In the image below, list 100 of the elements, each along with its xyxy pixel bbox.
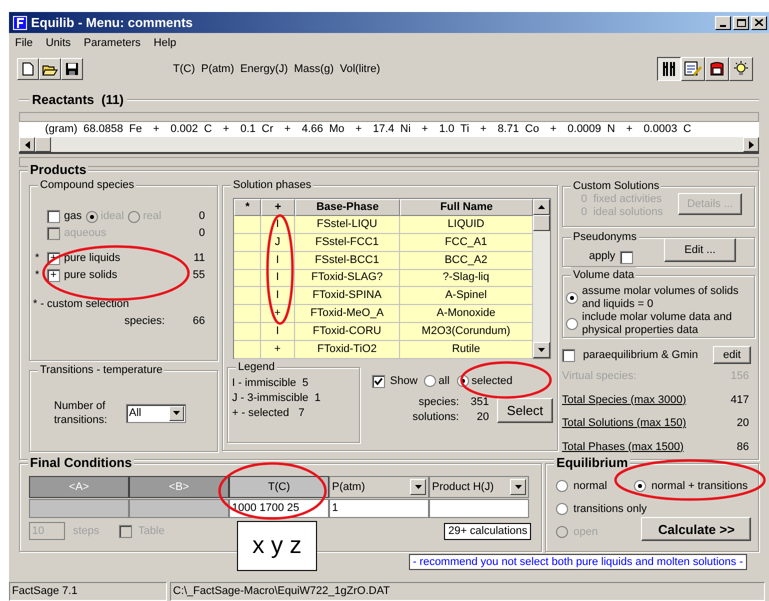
condition-field[interactable] — [29, 499, 129, 518]
minimize-button[interactable] — [715, 16, 731, 30]
calculations-count: 29+ calculations — [444, 522, 532, 540]
save-icon[interactable] — [61, 58, 83, 80]
group-title: Equilibrium — [554, 455, 630, 471]
condition-field[interactable]: 1 — [329, 499, 429, 518]
column-header[interactable]: P(atm) — [329, 476, 429, 498]
scroll-thumb[interactable] — [35, 137, 51, 152]
scroll-up-icon[interactable] — [533, 199, 550, 215]
plus-sign: + — [283, 122, 292, 138]
species-label: pure solids — [64, 268, 118, 284]
radio-button[interactable] — [86, 210, 98, 222]
window-title: Equilib - Menu: comments — [31, 14, 193, 32]
stat-label: solutions: — [412, 410, 459, 426]
total-value: 86 — [736, 440, 749, 454]
notepad-pencil-icon[interactable] — [681, 57, 705, 81]
status-bar-field: C:\_FactSage-Macro\EquiW722_1gZrO.DAT — [170, 582, 765, 601]
custom-selection-note: * - custom selection — [33, 297, 130, 312]
reactant-amount: 0.002 — [170, 122, 198, 138]
radio-button[interactable] — [634, 480, 646, 492]
reactant-species: Ni — [400, 122, 411, 138]
apply-label: apply — [589, 248, 616, 264]
radio-label: all — [438, 374, 450, 390]
legend-line: + - selected 7 — [232, 406, 306, 422]
menu-item[interactable]: File — [15, 34, 33, 52]
radio-button[interactable] — [566, 318, 578, 330]
maximize-button[interactable] — [733, 16, 749, 30]
vertical-scrollbar[interactable] — [533, 199, 550, 358]
column-header[interactable]: Product H(J) — [429, 476, 529, 498]
radio-button[interactable] — [424, 375, 436, 388]
checkbox[interactable] — [47, 210, 60, 223]
column-header[interactable]: Full Name — [400, 199, 533, 216]
select-button[interactable]: Select — [497, 398, 553, 423]
legend-line: J - 3-immiscible 1 — [232, 391, 322, 406]
total-value: 417 — [730, 392, 749, 408]
plus-sign: + — [549, 122, 558, 138]
scroll-thumb[interactable] — [533, 215, 550, 231]
menu-item[interactable]: Help — [154, 34, 176, 52]
species-label: pure liquids — [64, 251, 120, 266]
edit-button[interactable]: Edit ... — [664, 238, 736, 262]
open-folder-icon[interactable] — [39, 58, 61, 80]
calculate-button[interactable]: Calculate >> — [641, 517, 752, 541]
maximize-icon — [736, 18, 746, 26]
utensils-icon[interactable] — [657, 57, 681, 81]
radio-button[interactable] — [556, 502, 568, 515]
reactant-species: Ti — [460, 122, 470, 138]
edit-button[interactable]: edit — [713, 346, 751, 364]
condition-field[interactable] — [129, 499, 229, 518]
reactant-amount: 1.0 — [439, 122, 454, 138]
column-header[interactable]: T(C) — [229, 476, 329, 498]
scroll-left-icon[interactable] — [19, 137, 35, 152]
checkbox[interactable] — [620, 251, 634, 264]
reactant-species: Co — [525, 122, 540, 138]
reactant-amount: 68.0858 — [83, 122, 124, 138]
column-header[interactable]: Base-Phase — [295, 199, 400, 216]
plus-sign: + — [354, 122, 363, 138]
column-header[interactable]: + — [261, 199, 295, 216]
transitions-dropdown[interactable]: All — [126, 404, 186, 422]
group-title: Solution phases — [231, 177, 314, 193]
reactant-species: C — [204, 122, 212, 138]
plus-sign: + — [420, 122, 430, 138]
app-logo-icon — [13, 16, 27, 30]
status-bar-field: FactSage 7.1 — [9, 582, 167, 601]
checkbox[interactable] — [119, 524, 132, 538]
units-label: T(C) P(atm) Energy(J) Mass(g) Vol(litre) — [173, 62, 380, 77]
radio-button[interactable] — [128, 210, 140, 222]
species-count: 55 — [192, 268, 205, 284]
checkbox[interactable] — [562, 348, 575, 362]
scroll-down-icon[interactable] — [533, 342, 550, 358]
reactant-species: Mo — [329, 122, 344, 138]
menu-item[interactable]: Units — [46, 34, 71, 52]
table-cell: FToxid-TiO2 — [295, 340, 400, 359]
close-icon — [755, 19, 763, 26]
menu-item[interactable]: Parameters — [84, 34, 141, 52]
radio-label: include molar volume data and physical properties data — [582, 311, 733, 337]
checkbox[interactable]: + — [47, 269, 60, 282]
reactant-amount: 4.66 — [302, 122, 324, 138]
radio-label: normal — [573, 479, 608, 494]
new-file-icon[interactable] — [17, 58, 39, 80]
lightbulb-icon[interactable] — [729, 57, 753, 81]
total-label[interactable]: Total Species (max 3000) — [562, 392, 686, 408]
total-label[interactable]: Total Phases (max 1500) — [562, 438, 684, 455]
units-prefix: (gram) — [45, 122, 78, 138]
reactant-amount: 8.71 — [498, 122, 520, 138]
species-label: gas — [64, 209, 82, 224]
radio-button[interactable] — [566, 292, 578, 304]
species-count: 0 — [198, 226, 205, 242]
reactant-species: N — [607, 122, 616, 138]
reactant-species: Cr — [262, 122, 274, 138]
condition-field[interactable] — [429, 499, 529, 518]
scroll-right-icon[interactable] — [743, 137, 759, 152]
close-button[interactable] — [751, 16, 767, 30]
horizontal-scrollbar[interactable] — [19, 137, 759, 154]
checkbox[interactable] — [372, 374, 385, 388]
total-label[interactable]: Total Solutions (max 150) — [562, 415, 686, 432]
column-header[interactable]: * — [234, 199, 261, 216]
book-icon[interactable] — [705, 57, 729, 81]
radio-button[interactable] — [556, 480, 568, 492]
recommendation-note: - recommend you not select both pure liquids and molten solutions - — [408, 554, 747, 570]
transitions-label: Number of transitions: — [54, 399, 108, 427]
